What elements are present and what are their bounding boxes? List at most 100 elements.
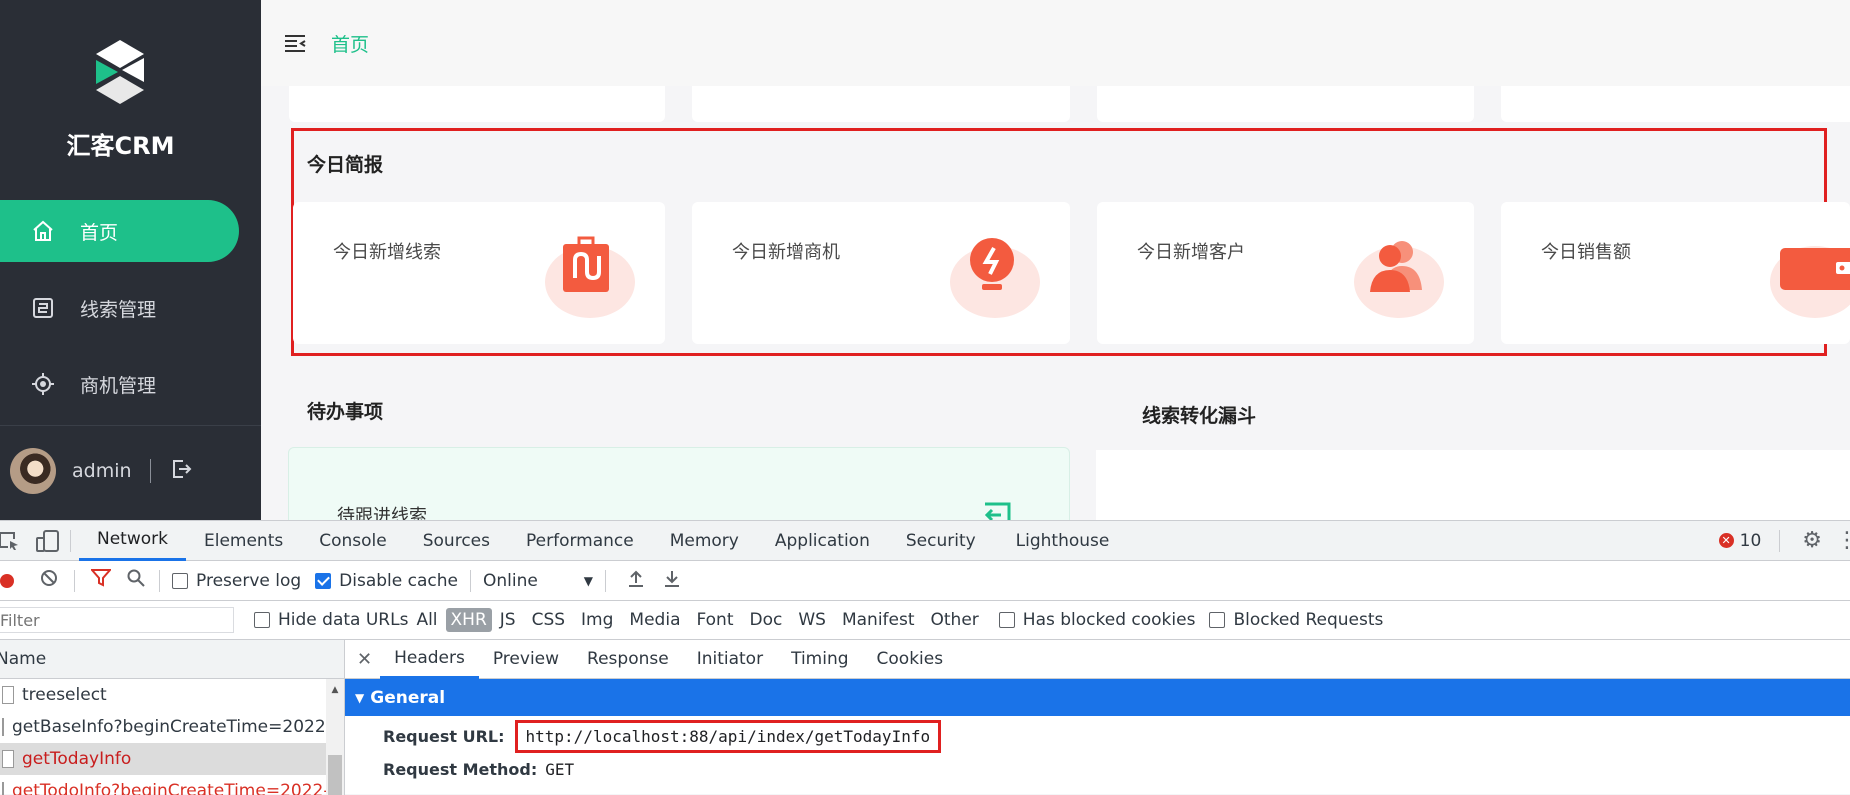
funnel-card: [1096, 450, 1850, 520]
sidebar-divider: [0, 425, 261, 426]
network-toolbar: Preserve log Disable cache Online ▼: [0, 561, 1850, 601]
throttle-value: Online: [482, 570, 538, 591]
tab-cookies[interactable]: Cookies: [863, 640, 958, 679]
tab-performance[interactable]: Performance: [508, 521, 652, 561]
request-method-value: GET: [545, 760, 575, 779]
tab-headers[interactable]: Headers: [380, 640, 479, 679]
kpi-label: 今日销售额: [1541, 242, 1631, 263]
triangle-down-icon: ▼: [355, 690, 365, 705]
disable-cache-checkbox[interactable]: Disable cache: [315, 571, 458, 591]
record-icon[interactable]: [0, 573, 14, 588]
filter-type-manifest[interactable]: Manifest: [834, 610, 923, 630]
hide-data-urls-checkbox[interactable]: Hide data URLs: [254, 610, 408, 630]
sidebar: 汇客CRM 首页 线索管理 商机管理 admin: [0, 0, 261, 520]
close-icon[interactable]: ✕: [357, 649, 372, 670]
request-name: treeselect: [22, 685, 107, 705]
request-row[interactable]: getBaseInfo?beginCreateTime=2022-...: [0, 711, 344, 743]
filter-type-js[interactable]: JS: [492, 610, 524, 630]
checkbox-box: [998, 612, 1015, 628]
sidebar-item-clues[interactable]: 线索管理: [0, 277, 239, 339]
file-icon: [2, 750, 14, 768]
section-title-funnel: 线索转化漏斗: [1142, 405, 1257, 427]
kpi-card-new-clues[interactable]: 今日新增线索: [293, 202, 665, 344]
request-row[interactable]: treeselect: [0, 679, 344, 711]
logout-icon[interactable]: [169, 457, 193, 486]
throttle-select[interactable]: Online ▼: [483, 571, 593, 591]
filter-type-css[interactable]: CSS: [524, 610, 573, 630]
filter-type-ws[interactable]: WS: [790, 610, 834, 630]
filter-type-img[interactable]: Img: [573, 610, 621, 630]
tab-security[interactable]: Security: [888, 521, 994, 561]
scroll-up-icon[interactable]: ▲: [326, 685, 344, 695]
has-blocked-cookies-checkbox[interactable]: Has blocked cookies: [998, 610, 1195, 630]
request-row-selected[interactable]: getTodayInfo: [0, 743, 344, 775]
filter-input[interactable]: [0, 607, 234, 633]
tab-application[interactable]: Application: [757, 521, 888, 561]
filter-type-other[interactable]: Other: [923, 610, 987, 630]
error-count: 10: [1739, 530, 1762, 551]
filter-type-all[interactable]: All: [408, 610, 445, 630]
tab-timing[interactable]: Timing: [777, 640, 862, 679]
request-list-scrollbar[interactable]: ▲: [326, 679, 344, 795]
sidebar-item-label: 首页: [80, 221, 119, 244]
tab-response[interactable]: Response: [573, 640, 683, 679]
kpi-card-new-opportunities[interactable]: 今日新增商机: [692, 202, 1070, 344]
preserve-log-checkbox[interactable]: Preserve log: [172, 571, 301, 591]
tab-sources[interactable]: Sources: [405, 521, 508, 561]
tab-memory[interactable]: Memory: [652, 521, 757, 561]
divider: [159, 569, 160, 592]
request-list-header: Name: [0, 640, 344, 679]
search-icon[interactable]: [127, 569, 145, 592]
tab-elements[interactable]: Elements: [186, 521, 301, 561]
column-name-header[interactable]: Name: [0, 649, 46, 669]
kpi-label: 今日新增商机: [732, 242, 840, 263]
tab-network[interactable]: Network: [79, 521, 186, 561]
general-section-header[interactable]: ▼ General: [345, 679, 1850, 716]
tab-initiator[interactable]: Initiator: [683, 640, 777, 679]
request-url-value: http://localhost:88/api/index/getTodayIn…: [514, 720, 942, 753]
gear-icon[interactable]: ⚙: [1802, 528, 1822, 553]
device-toolbar-icon[interactable]: [36, 529, 62, 552]
menu-toggle-icon[interactable]: [283, 30, 313, 56]
hide-data-urls-label: Hide data URLs: [278, 610, 409, 630]
user-separator: [149, 459, 151, 483]
chevron-down-icon: ▼: [583, 573, 593, 588]
tab-preview[interactable]: Preview: [479, 640, 573, 679]
breadcrumb[interactable]: 首页: [331, 30, 369, 57]
brand-logo-icon: [96, 40, 144, 104]
checkbox-box: [172, 572, 188, 589]
error-counter[interactable]: ✕ 10: [1718, 530, 1762, 551]
sidebar-item-label: 线索管理: [80, 298, 157, 321]
sidebar-item-opportunities[interactable]: 商机管理: [0, 353, 239, 415]
devtools-panel: Network Elements Console Sources Perform…: [0, 520, 1850, 795]
general-title: General: [370, 687, 446, 708]
filter-type-doc[interactable]: Doc: [742, 610, 791, 630]
scrollbar-thumb[interactable]: [328, 755, 342, 795]
kpi-label: 今日新增客户: [1137, 242, 1245, 263]
section-title-today: 今日简报: [307, 154, 384, 176]
avatar[interactable]: [10, 448, 56, 494]
export-har-icon[interactable]: [664, 569, 680, 592]
todo-card-followup[interactable]: 待跟进线索: [288, 447, 1070, 520]
request-row[interactable]: getTodoInfo?beginCreateTime=2022-...: [0, 775, 344, 795]
divider: [469, 569, 471, 592]
checkbox-box: [1209, 612, 1226, 628]
sidebar-item-home[interactable]: 首页: [0, 200, 239, 262]
clear-icon[interactable]: [40, 569, 58, 592]
kpi-card-sales-amount[interactable]: 今日销售额: [1501, 202, 1850, 344]
tab-lighthouse[interactable]: Lighthouse: [998, 521, 1128, 561]
username: admin: [72, 460, 132, 482]
exit-icon: [984, 502, 1011, 520]
import-har-icon[interactable]: [628, 569, 644, 592]
request-details: ✕ Headers Preview Response Initiator Tim…: [345, 640, 1850, 795]
request-method-label: Request Method:: [383, 760, 538, 779]
filter-type-media[interactable]: Media: [621, 610, 688, 630]
kpi-card-new-customers[interactable]: 今日新增客户: [1097, 202, 1474, 344]
more-options-icon[interactable]: ⋮: [1836, 528, 1850, 553]
filter-icon[interactable]: [89, 569, 113, 592]
blocked-requests-checkbox[interactable]: Blocked Requests: [1209, 610, 1383, 630]
filter-type-font[interactable]: Font: [688, 610, 741, 630]
inspect-element-icon[interactable]: [0, 531, 22, 551]
filter-type-xhr[interactable]: XHR: [445, 608, 492, 632]
tab-console[interactable]: Console: [301, 521, 405, 561]
